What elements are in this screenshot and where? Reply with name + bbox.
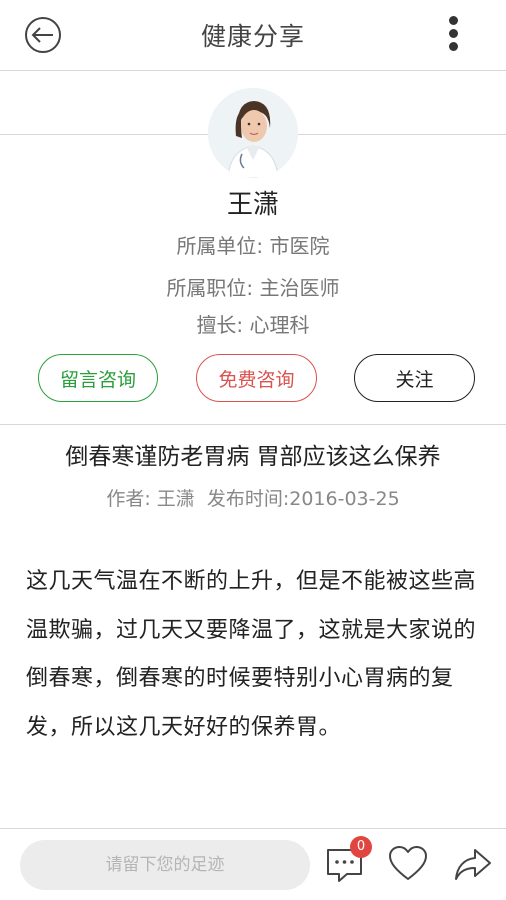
follow-button[interactable]: 关注 xyxy=(354,354,475,402)
share-icon[interactable] xyxy=(453,844,493,884)
header-bar: 健康分享 xyxy=(0,0,506,71)
article-meta: 作者: 王潇 发布时间:2016-03-25 xyxy=(106,488,400,510)
article-body: 这几天气温在不断的上升，但是不能被这些高温欺骗，过几天又要降温了，这就是大家说的… xyxy=(26,569,477,740)
doctor-unit: 所属单位: 市医院 xyxy=(176,234,330,258)
doctor-name: 王潇 xyxy=(226,190,279,220)
doctor-position: 所属职位: 主治医师 xyxy=(166,276,340,300)
bottom-divider xyxy=(0,828,506,829)
comment-count-badge: 0 xyxy=(350,836,372,858)
message-consult-button[interactable]: 留言咨询 xyxy=(38,354,158,402)
free-consult-button[interactable]: 免费咨询 xyxy=(196,354,317,402)
comment-input[interactable] xyxy=(20,840,310,890)
avatar xyxy=(208,88,298,178)
page-title: 健康分享 xyxy=(200,22,305,51)
heart-icon[interactable] xyxy=(388,844,428,884)
article-title: 倒春寒谨防老胃病 胃部应该这么保养 xyxy=(65,444,441,470)
more-vertical-icon[interactable] xyxy=(440,14,468,54)
article-divider xyxy=(0,424,506,425)
doctor-specialty: 擅长: 心理科 xyxy=(196,313,310,337)
